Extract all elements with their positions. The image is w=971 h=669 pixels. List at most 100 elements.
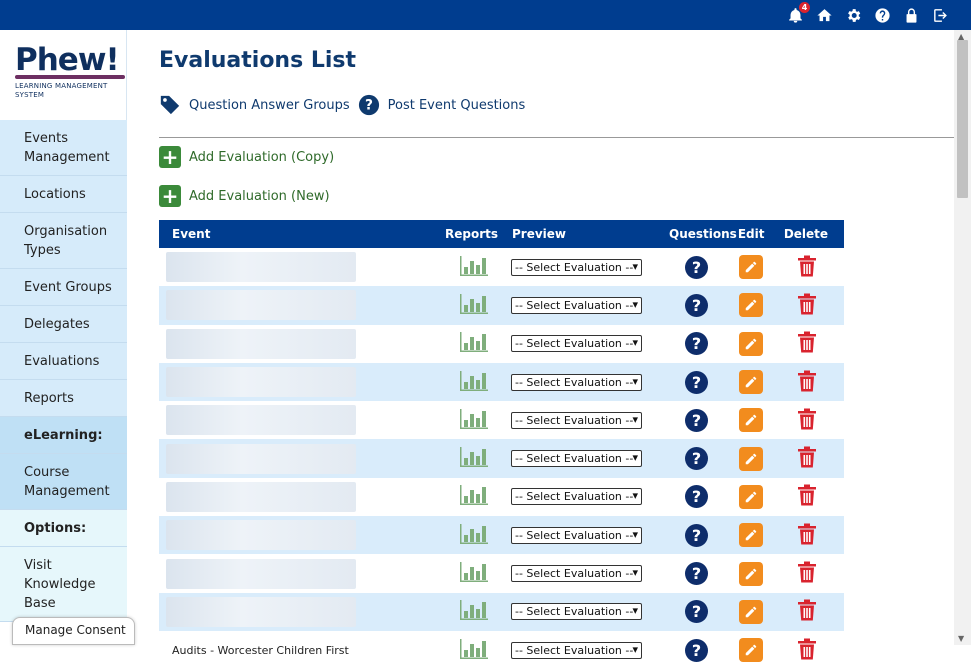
bar-chart-icon[interactable]	[459, 331, 489, 353]
redacted-event-name	[166, 252, 356, 283]
trash-icon[interactable]	[797, 446, 817, 471]
bar-chart-icon[interactable]	[459, 599, 489, 621]
pencil-icon[interactable]	[738, 561, 763, 586]
question-icon[interactable]: ?	[685, 485, 708, 509]
bar-chart-icon[interactable]	[459, 638, 489, 660]
add-evaluation-new-button[interactable]: + Add Evaluation (New)	[159, 185, 330, 207]
bar-chart-icon[interactable]	[459, 446, 489, 468]
select-evaluation-dropdown[interactable]: -- Select Evaluation --	[511, 603, 642, 621]
pencil-icon[interactable]	[738, 293, 763, 318]
sidebar-item-event-groups[interactable]: Event Groups	[0, 269, 127, 306]
event-name-cell[interactable]	[159, 401, 432, 439]
bar-chart-icon[interactable]	[459, 484, 489, 506]
add-evaluation-copy-button[interactable]: + Add Evaluation (Copy)	[159, 146, 334, 168]
question-icon[interactable]: ?	[685, 408, 708, 432]
scrollbar-thumb[interactable]	[957, 40, 968, 198]
event-name-cell[interactable]	[159, 363, 432, 401]
pencil-icon[interactable]	[738, 408, 763, 433]
bar-chart-icon[interactable]	[459, 370, 489, 392]
pencil-icon[interactable]	[738, 370, 763, 395]
bar-chart-icon[interactable]	[459, 408, 489, 430]
bell-icon[interactable]: 4	[786, 2, 810, 24]
table-row: -- Select Evaluation -- ?	[159, 286, 844, 325]
trash-icon[interactable]	[797, 408, 817, 433]
question-icon[interactable]: ?	[685, 638, 708, 662]
delete-cell	[784, 363, 844, 401]
select-evaluation-dropdown[interactable]: -- Select Evaluation --	[511, 296, 642, 314]
event-name-cell[interactable]	[159, 516, 432, 554]
question-icon[interactable]: ?	[685, 523, 708, 547]
select-evaluation-dropdown[interactable]: -- Select Evaluation --	[511, 641, 642, 659]
manage-consent-button[interactable]: Manage Consent	[12, 617, 135, 645]
trash-icon[interactable]	[797, 255, 817, 280]
select-evaluation-dropdown[interactable]: -- Select Evaluation --	[511, 258, 642, 276]
trash-icon[interactable]	[797, 484, 817, 509]
select-evaluation-dropdown[interactable]: -- Select Evaluation --	[511, 411, 642, 429]
trash-icon[interactable]	[797, 293, 817, 318]
bar-chart-icon[interactable]	[459, 255, 489, 277]
table-row: -- Select Evaluation -- ?	[159, 478, 844, 516]
sidebar-item-reports[interactable]: Reports	[0, 380, 127, 417]
sidebar-item-organisation-types[interactable]: Organisation Types	[0, 213, 127, 269]
scroll-down-arrow[interactable]: ▼	[958, 634, 964, 643]
help-icon[interactable]	[873, 6, 891, 24]
event-name-cell[interactable]	[159, 439, 432, 477]
phew-logo[interactable]: Phew! LEARNING MANAGEMENT SYSTEM	[15, 44, 127, 120]
sidebar-item-delegates[interactable]: Delegates	[0, 306, 127, 343]
trash-icon[interactable]	[797, 599, 817, 624]
pencil-icon[interactable]	[738, 255, 763, 280]
question-icon[interactable]: ?	[685, 255, 708, 279]
trash-icon[interactable]	[797, 370, 817, 395]
pencil-icon[interactable]	[738, 484, 763, 509]
bar-chart-icon[interactable]	[459, 561, 489, 583]
sidebar-item-events-management[interactable]: Events Management	[0, 120, 127, 176]
question-icon[interactable]: ?	[685, 562, 708, 586]
home-icon[interactable]	[815, 6, 833, 24]
question-icon[interactable]: ?	[685, 600, 708, 624]
question-icon[interactable]: ?	[685, 370, 708, 394]
event-name[interactable]: Audits - Worcester Children First	[172, 644, 349, 657]
scrollbar[interactable]: ▲ ▼	[954, 30, 971, 645]
sidebar-item-locations[interactable]: Locations	[0, 176, 127, 213]
event-name-cell[interactable]: Audits - Worcester Children First	[159, 631, 432, 669]
select-evaluation-dropdown[interactable]: -- Select Evaluation --	[511, 335, 642, 353]
bar-chart-icon[interactable]	[459, 523, 489, 545]
event-name-cell[interactable]	[159, 593, 432, 631]
col-edit: Edit	[737, 227, 765, 241]
event-name-cell[interactable]	[159, 478, 432, 516]
select-evaluation-dropdown[interactable]: -- Select Evaluation --	[511, 526, 642, 544]
select-evaluation-dropdown[interactable]: -- Select Evaluation --	[511, 450, 642, 468]
select-evaluation-dropdown[interactable]: -- Select Evaluation --	[511, 488, 642, 506]
plus-icon: +	[159, 185, 181, 207]
pencil-icon[interactable]	[738, 599, 763, 624]
pencil-icon[interactable]	[738, 446, 763, 471]
trash-icon[interactable]	[797, 523, 817, 548]
pencil-icon[interactable]	[738, 638, 763, 663]
sidebar-item-course-management[interactable]: Course Management	[0, 454, 127, 510]
logout-icon[interactable]	[931, 6, 949, 24]
trash-icon[interactable]	[797, 561, 817, 586]
trash-icon[interactable]	[797, 638, 817, 663]
bar-chart-icon[interactable]	[459, 293, 489, 315]
qa-groups-link[interactable]: Question Answer Groups	[159, 94, 350, 116]
select-evaluation-dropdown[interactable]: -- Select Evaluation --	[511, 373, 642, 391]
page-links: Question Answer Groups ? Post Event Ques…	[159, 94, 533, 116]
preview-cell: -- Select Evaluation --	[499, 363, 656, 401]
question-icon[interactable]: ?	[685, 332, 708, 356]
question-icon[interactable]: ?	[685, 293, 708, 317]
trash-icon[interactable]	[797, 331, 817, 356]
question-icon[interactable]: ?	[685, 447, 708, 471]
gear-icon[interactable]	[844, 6, 862, 24]
post-event-questions-link[interactable]: ? Post Event Questions	[358, 94, 525, 116]
pencil-icon[interactable]	[738, 331, 763, 356]
event-name-cell[interactable]	[159, 554, 432, 592]
lock-icon[interactable]	[902, 6, 920, 24]
event-name-cell[interactable]	[159, 325, 432, 363]
pencil-icon[interactable]	[738, 523, 763, 548]
event-name-cell[interactable]	[159, 286, 432, 324]
select-evaluation-dropdown[interactable]: -- Select Evaluation --	[511, 565, 642, 583]
sidebar-item-knowledge-base[interactable]: Visit Knowledge Base	[0, 547, 127, 622]
redacted-event-name	[166, 367, 356, 398]
sidebar-item-evaluations[interactable]: Evaluations	[0, 343, 127, 380]
event-name-cell[interactable]	[159, 248, 432, 286]
